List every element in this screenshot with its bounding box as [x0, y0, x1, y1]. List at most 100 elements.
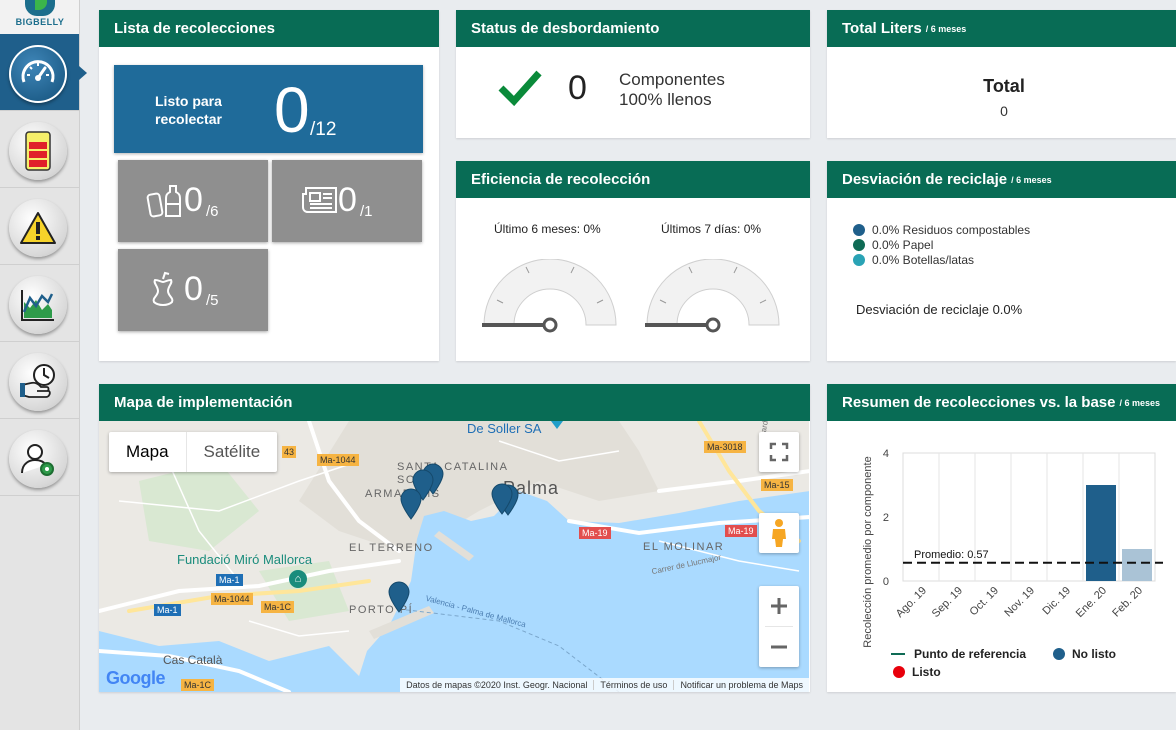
liters-title: Total Liters: [842, 20, 922, 37]
newspaper-icon: [300, 182, 340, 223]
legend-not-ready-dot: [1053, 648, 1065, 660]
overflow-line1: Componentes: [619, 70, 725, 89]
gauge-6-months-label: Último 6 meses: 0%: [494, 222, 601, 236]
paper-total: /1: [360, 203, 373, 220]
road-shield-ma3018: Ma-3018: [704, 441, 746, 453]
efficiency-title: Eficiencia de recolección: [471, 171, 651, 188]
summary-panel: Resumen de recolecciones vs. la base / 6…: [827, 384, 1176, 692]
bar-5: [1086, 485, 1116, 581]
legend-reference: Punto de referencia: [891, 647, 1026, 661]
compost-total: /5: [206, 292, 219, 309]
liters-period: / 6 meses: [925, 23, 967, 34]
legend-not-ready: No listo: [1053, 647, 1116, 661]
legend-ready-label: Listo: [912, 665, 941, 679]
map-panel-header: Mapa de implementación: [99, 384, 810, 421]
map-label-el-terreno: EL TERRENO: [349, 542, 434, 554]
y-tick-label: 4: [883, 448, 889, 460]
liters-panel: Total Liters / 6 meses Total 0: [827, 10, 1176, 138]
legend-ready: Listo: [893, 665, 941, 679]
map-type-map-button[interactable]: Mapa: [109, 432, 186, 472]
deviation-summary-value: 0.0%: [992, 302, 1023, 317]
pegman-icon: [772, 519, 786, 547]
legend-reference-line: [891, 653, 905, 655]
plus-icon: [771, 598, 787, 614]
x-tick-label: Sep. 19: [930, 585, 965, 620]
dashboard-gauge-icon: [9, 45, 67, 103]
overflow-panel: Status de desbordamiento 0 Componentes 1…: [456, 10, 810, 138]
nav-analytics[interactable]: [0, 265, 79, 342]
fullscreen-button[interactable]: [759, 432, 799, 472]
user-settings-icon: [9, 430, 67, 488]
map-label-cas-catala: Cas Català: [163, 653, 223, 667]
apple-core-icon: [146, 271, 180, 314]
road-shield-ma1044-a: Ma-1044: [317, 454, 359, 466]
nav-users[interactable]: [0, 419, 79, 496]
legend-paper: 0.0% Papel: [853, 237, 1030, 252]
compost-value: 0: [184, 270, 203, 308]
collections-title: Lista de recolecciones: [114, 20, 275, 37]
ready-total: /12: [310, 119, 337, 140]
deviation-panel-header: Desviación de reciclaje / 6 meses: [827, 161, 1176, 198]
street-view-button[interactable]: [759, 513, 799, 553]
deviation-panel: Desviación de reciclaje / 6 meses 0.0% R…: [827, 161, 1176, 361]
overflow-line2: 100% llenos: [619, 90, 712, 109]
collections-panel-header: Lista de recolecciones: [99, 10, 439, 47]
ready-value: 0: [274, 74, 310, 146]
paper-tile[interactable]: 0 /1: [272, 160, 422, 242]
deviation-summary-label: Desviación de reciclaje: [856, 302, 989, 317]
compost-tile[interactable]: 0 /5: [118, 249, 268, 331]
summary-period: / 6 meses: [1119, 397, 1161, 408]
x-tick-label: Ene. 20: [1074, 585, 1109, 620]
bottles-cans-tile[interactable]: 0 /6: [118, 160, 268, 242]
nav-alerts[interactable]: [0, 188, 79, 265]
x-tick-label: Ago. 19: [894, 585, 929, 620]
deviation-period: / 6 meses: [1011, 174, 1052, 185]
liters-panel-header: Total Liters / 6 meses: [827, 10, 1176, 47]
google-logo[interactable]: Google: [106, 668, 166, 689]
nav-capacity[interactable]: [0, 111, 79, 188]
legend-paper-label: 0.0% Papel: [872, 237, 934, 252]
legend-compost: 0.0% Residuos compostables: [853, 222, 1030, 237]
map-pin-icon[interactable]: [399, 488, 423, 525]
museum-icon[interactable]: ⌂: [289, 570, 307, 588]
legend-compost-label: 0.0% Residuos compostables: [872, 222, 1031, 237]
x-tick-label: Dic. 19: [1040, 585, 1073, 618]
map-title: Mapa de implementación: [114, 394, 293, 411]
deviation-summary: Desviación de reciclaje 0.0%: [856, 302, 1022, 317]
map-report-link[interactable]: Notificar un problema de Maps: [673, 680, 809, 690]
x-tick-label: Feb. 20: [1110, 585, 1145, 620]
paper-value: 0: [338, 181, 357, 219]
map-label-fundacio: Fundació Miró Mallorca: [177, 552, 313, 567]
fullscreen-icon: [769, 442, 789, 462]
bottles-cans-total: /6: [206, 203, 219, 220]
map-pin-icon[interactable]: [387, 581, 411, 618]
minus-icon: [771, 645, 787, 649]
road-shield-ma1-a: Ma-1: [216, 574, 243, 586]
road-shield-ma1c-b: Ma-1C: [181, 679, 215, 691]
map-label-el-molinar: EL MOLINAR: [643, 541, 725, 553]
map-pin-icon[interactable]: [490, 483, 514, 520]
map-terms-link[interactable]: Términos de uso: [593, 680, 673, 690]
map-canvas[interactable]: De Soller SA SANTA CATALINA SON ARMADAMS…: [99, 421, 809, 692]
bottles-cans-icon: [146, 182, 184, 225]
sidebar: BIGBELLY: [0, 0, 87, 730]
zoom-out-button[interactable]: [759, 627, 799, 667]
bar-6: [1122, 549, 1152, 581]
x-tick-label: Oct. 19: [968, 585, 1002, 619]
summary-chart: 0 2 4 Recolección promedio por componente Pr…: [862, 448, 1163, 648]
ready-to-collect-card[interactable]: Listo para recolectar 0 /12: [114, 65, 423, 153]
bigbelly-logo[interactable]: BIGBELLY: [0, 0, 79, 34]
map-type-satellite-button[interactable]: Satélite: [185, 432, 278, 472]
liters-label: Total: [983, 76, 1025, 96]
summary-panel-header: Resumen de recolecciones vs. la base / 6…: [827, 384, 1176, 421]
nav-service[interactable]: [0, 342, 79, 419]
reference-label: Promedio: 0.57: [914, 549, 989, 561]
bigbelly-logo-text: BIGBELLY: [15, 17, 65, 27]
checkmark-icon: [498, 68, 542, 111]
google-logo-text: Google: [106, 668, 166, 688]
road-shield-43: 43: [282, 446, 297, 458]
ready-label: Listo para recolectar: [155, 93, 222, 127]
map-type-control: Mapa Satélite: [109, 432, 278, 472]
nav-dashboard[interactable]: [0, 34, 87, 111]
zoom-in-button[interactable]: [759, 586, 799, 626]
